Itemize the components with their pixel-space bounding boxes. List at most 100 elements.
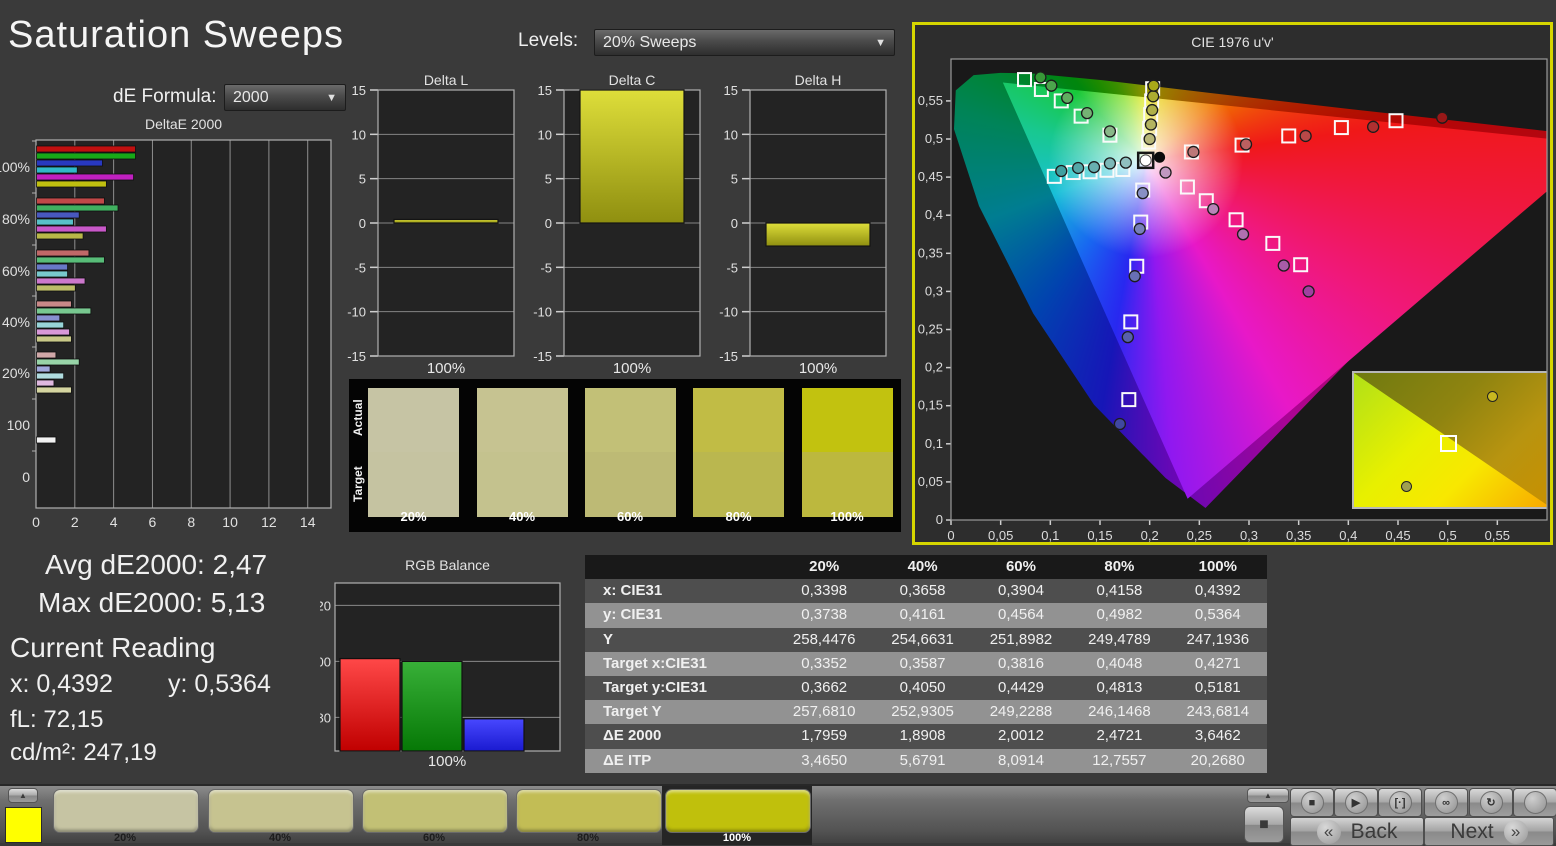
inset-target-square bbox=[1440, 435, 1457, 452]
play-icon: ▶ bbox=[1345, 791, 1368, 814]
table-cell: 0,4564 bbox=[972, 603, 1070, 627]
svg-text:40%: 40% bbox=[2, 314, 30, 330]
patch-button-60%[interactable]: 60% bbox=[359, 786, 509, 845]
actual-swatch bbox=[477, 388, 568, 452]
table-row: Y258,4476254,6631251,8982249,4789247,193… bbox=[585, 628, 1267, 652]
table-cell: 0,4392 bbox=[1169, 579, 1267, 603]
measure-icon: [·] bbox=[1389, 791, 1412, 814]
swatch-level-label: 20% bbox=[368, 509, 459, 524]
svg-text:120: 120 bbox=[320, 598, 331, 613]
table-row-label: Target y:CIE31 bbox=[585, 676, 775, 700]
svg-text:80: 80 bbox=[320, 710, 331, 725]
delta-l-chart: Delta L -15-10-5051015100% bbox=[324, 70, 524, 376]
actual-swatch bbox=[802, 388, 893, 452]
measurement-table: 20%40%60%80%100%x: CIE310,33980,36580,39… bbox=[585, 555, 1267, 773]
table-cell: 0,5364 bbox=[1169, 603, 1267, 627]
cie-chart-panel[interactable]: CIE 1976 u'v' 00,050,10,150,20,250,30,35… bbox=[912, 22, 1553, 545]
patch-button-40%[interactable]: 40% bbox=[205, 786, 355, 845]
table-cell: 0,3816 bbox=[972, 652, 1070, 676]
svg-text:-10: -10 bbox=[533, 305, 552, 320]
svg-text:4: 4 bbox=[110, 514, 118, 528]
next-button[interactable]: Next » bbox=[1424, 817, 1554, 846]
levels-value: 20% Sweeps bbox=[603, 34, 696, 52]
record-button[interactable] bbox=[1513, 788, 1556, 817]
current-y-value: y: 0,5364 bbox=[168, 670, 271, 699]
actual-swatch bbox=[693, 388, 784, 452]
svg-text:0,05: 0,05 bbox=[988, 528, 1013, 542]
continuous-icon: ∞ bbox=[1435, 791, 1458, 814]
table-row: x: CIE310,33980,36580,39040,41580,4392 bbox=[585, 579, 1267, 603]
svg-text:8: 8 bbox=[187, 514, 195, 528]
table-cell: 0,3587 bbox=[873, 652, 971, 676]
swatch-level-label: 80% bbox=[693, 509, 784, 524]
table-cell: 0,5181 bbox=[1169, 676, 1267, 700]
target-swatch bbox=[477, 452, 568, 517]
target-row-label: Target bbox=[351, 451, 367, 517]
svg-text:60%: 60% bbox=[2, 263, 30, 279]
record-icon bbox=[1524, 791, 1547, 814]
rgb-balance-chart-canvas: 80 100 120 100% bbox=[320, 556, 570, 771]
svg-text:0,25: 0,25 bbox=[918, 322, 943, 337]
stop-button[interactable]: ■ bbox=[1290, 788, 1334, 817]
swatch-level-label: 60% bbox=[585, 509, 676, 524]
swatch-compare-100%: 100% bbox=[802, 379, 893, 532]
svg-text:0,2: 0,2 bbox=[925, 360, 943, 375]
back-button[interactable]: « Back bbox=[1290, 817, 1424, 846]
table-cell: 246,1468 bbox=[1070, 700, 1168, 724]
target-swatch bbox=[585, 452, 676, 517]
patch-button-100%[interactable]: 100% bbox=[662, 786, 812, 845]
svg-text:100%: 100% bbox=[799, 360, 837, 376]
patch-button-20%[interactable]: 20% bbox=[50, 786, 200, 845]
svg-text:0,05: 0,05 bbox=[918, 474, 943, 489]
svg-text:-5: -5 bbox=[354, 260, 366, 275]
cie-chart-title: CIE 1976 u'v' bbox=[915, 34, 1550, 50]
delta-c-chart-canvas: -15-10-5051015100% bbox=[510, 70, 710, 376]
table-cell: 12,7557 bbox=[1070, 749, 1168, 773]
stop-patches-button[interactable]: ■ bbox=[1244, 806, 1284, 843]
table-cell: 20,2680 bbox=[1169, 749, 1267, 773]
patch-label: 80% bbox=[513, 832, 663, 844]
svg-text:100%: 100% bbox=[428, 753, 466, 770]
levels-dropdown[interactable]: 20% Sweeps ▼ bbox=[594, 29, 895, 56]
patch-label: 100% bbox=[662, 832, 812, 844]
collapse-panel-button[interactable]: ▲ bbox=[8, 788, 38, 803]
svg-text:0,35: 0,35 bbox=[918, 245, 943, 260]
table-row: Target x:CIE310,33520,35870,38160,40480,… bbox=[585, 652, 1267, 676]
page-title: Saturation Sweeps bbox=[8, 14, 344, 57]
swatch-compare-40%: 40% bbox=[477, 379, 568, 532]
swatch-level-label: 40% bbox=[477, 509, 568, 524]
table-cell: 0,3352 bbox=[775, 652, 873, 676]
delta-h-chart-canvas: -15-10-5051015100% bbox=[696, 70, 896, 376]
delta-c-chart-title: Delta C bbox=[564, 72, 700, 88]
svg-text:0,55: 0,55 bbox=[1485, 528, 1510, 542]
svg-text:0,1: 0,1 bbox=[1041, 528, 1059, 542]
svg-text:100: 100 bbox=[320, 654, 331, 669]
table-row: y: CIE310,37380,41610,45640,49820,5364 bbox=[585, 603, 1267, 627]
svg-text:2: 2 bbox=[71, 514, 79, 528]
continuous-button[interactable]: ∞ bbox=[1424, 788, 1468, 817]
measure-button[interactable]: [·] bbox=[1378, 788, 1422, 817]
delta-c-chart: Delta C -15-10-5051015100% bbox=[510, 70, 710, 376]
table-cell: 0,3658 bbox=[873, 579, 971, 603]
svg-text:100%: 100% bbox=[613, 360, 651, 376]
table-row: Target y:CIE310,36620,40500,44290,48130,… bbox=[585, 676, 1267, 700]
target-swatch bbox=[368, 452, 459, 517]
patch-label: 40% bbox=[205, 832, 355, 844]
play-button[interactable]: ▶ bbox=[1334, 788, 1378, 817]
patch-swatch bbox=[208, 789, 354, 833]
inset-measured-dot bbox=[1401, 481, 1412, 492]
loop-button[interactable]: ↻ bbox=[1469, 788, 1513, 817]
table-column-header: 100% bbox=[1169, 555, 1267, 579]
svg-text:0,25: 0,25 bbox=[1187, 528, 1212, 542]
patch-button-80%[interactable]: 80% bbox=[513, 786, 663, 845]
svg-text:-15: -15 bbox=[347, 349, 366, 364]
svg-text:0,1: 0,1 bbox=[925, 436, 943, 451]
table-header-row: 20%40%60%80%100% bbox=[585, 555, 1267, 579]
svg-text:0,5: 0,5 bbox=[1439, 528, 1457, 542]
table-cell: 249,2288 bbox=[972, 700, 1070, 724]
swatch-compare-60%: 60% bbox=[585, 379, 676, 532]
table-row-label: y: CIE31 bbox=[585, 603, 775, 627]
cie-plot-area bbox=[951, 59, 1547, 520]
collapse-controls-button[interactable]: ▲ bbox=[1247, 788, 1289, 803]
table-cell: 257,6810 bbox=[775, 700, 873, 724]
